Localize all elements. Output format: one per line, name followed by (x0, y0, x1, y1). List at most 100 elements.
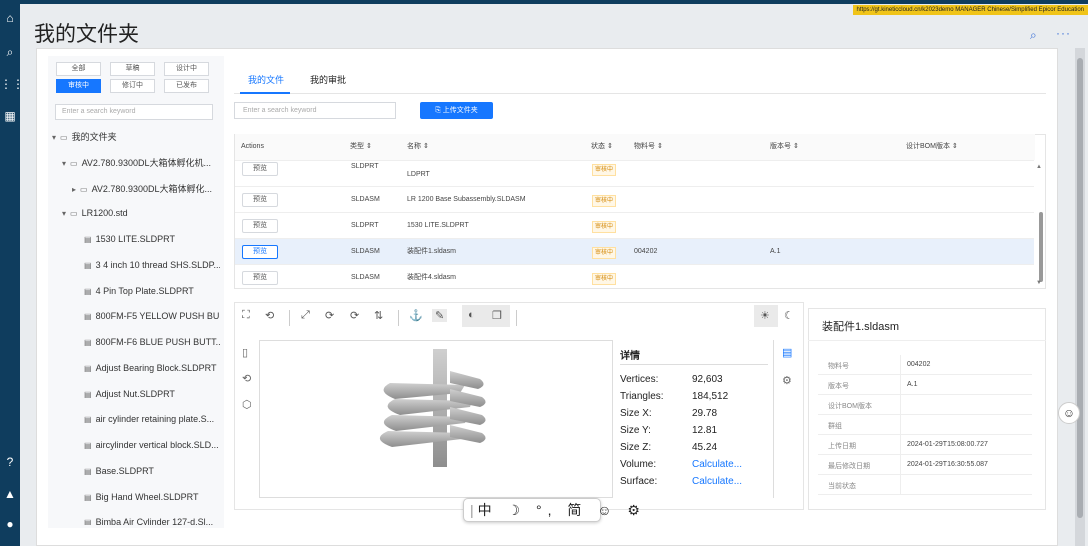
filter-revising[interactable]: 修订中 (110, 79, 155, 93)
col-bom-revision[interactable]: 设计BOM版本 ⇕ (900, 134, 1035, 160)
calculate-volume-link[interactable]: Calculate... (692, 459, 742, 470)
user-icon[interactable]: ● (0, 514, 20, 534)
orbit-icon[interactable]: ⟲ (265, 309, 274, 322)
copy-view-icon[interactable]: ❐ (492, 309, 502, 322)
measure-icon[interactable]: ⤢ (301, 309, 310, 322)
sun-icon[interactable]: ☀ (760, 309, 770, 322)
ime-toolbar[interactable]: |中 ☽ °, 简 ☺ ⚙ (463, 498, 640, 522)
new-file-icon[interactable]: ▯ (242, 346, 248, 359)
tree-file[interactable]: ▤ 800FM-F6 BLUE PUSH BUTT... (84, 337, 220, 347)
tree-file[interactable]: ▤ 3 4 inch 10 thread SHS.SLDP... (84, 260, 220, 270)
cube-icon[interactable]: ⬡ (242, 398, 252, 411)
tree-file[interactable]: ▤ Bimba Air Cylinder 127-d.Sl... (84, 517, 220, 525)
preview-button[interactable]: 预览 (242, 162, 278, 176)
tree-node[interactable]: ▾ ▭ AV2.780.9300DL大箱体孵化机... (62, 156, 220, 169)
folder-icon: ▭ (70, 159, 78, 168)
cell-type: SLDPRT (351, 163, 379, 170)
filter-released[interactable]: 已发布 (164, 79, 209, 93)
tab-divider (234, 93, 1046, 94)
tree-node[interactable]: ▾ ▭ 我的文件夹 (52, 130, 220, 143)
cell-type: SLDASM (351, 196, 380, 203)
tree-file[interactable]: ▤ Adjust Nut.SLDPRT (84, 389, 220, 399)
apps-grid-icon[interactable]: ⋮⋮ (0, 74, 24, 94)
more-icon[interactable]: ··· (1056, 26, 1071, 40)
header-search-icon[interactable]: ⌕ (1030, 28, 1037, 43)
panel-icon[interactable]: ▤ (782, 346, 792, 359)
tree-node[interactable]: ▾ ▭ LR1200.std (62, 208, 220, 218)
page-title: 我的文件夹 (34, 23, 139, 46)
tree-file[interactable]: ▤ air cylinder retaining plate.S... (84, 414, 220, 424)
filter-all[interactable]: 全部 (56, 62, 101, 76)
detail-label: Volume: (620, 459, 657, 470)
help-icon[interactable]: ? (0, 452, 20, 472)
home-icon[interactable]: ⌂ (0, 8, 20, 28)
page-scrollbar-thumb[interactable] (1077, 58, 1083, 518)
toolbar-divider (289, 310, 290, 326)
cell-name: 装配件1.sldasm (407, 248, 457, 255)
top-strip (20, 0, 1088, 4)
moon-icon[interactable]: ☾ (784, 309, 794, 322)
col-revision[interactable]: 版本号 ⇕ (764, 134, 900, 160)
ime-handle-icon[interactable]: | (470, 502, 478, 518)
status-badge: 审核中 (592, 247, 617, 259)
rotate-model-icon[interactable]: ⟲ (242, 372, 251, 385)
calculate-surface-link[interactable]: Calculate... (692, 476, 742, 487)
tree-file[interactable]: ▤ Base.SLDPRT (84, 466, 220, 476)
cell-revision: A.1 (770, 248, 781, 255)
chevron-down-icon[interactable]: ▾ (62, 159, 66, 168)
file-icon: ▤ (84, 364, 92, 373)
col-name[interactable]: 名称 ⇕ (400, 134, 585, 160)
model-canvas[interactable] (259, 340, 613, 498)
table-row-selected[interactable]: 预览 SLDASM 装配件1.sldasm 审核中 004202 A.1 (235, 238, 1034, 264)
table-row[interactable]: 预览 SLDASM 装配件4.sldasm 审核中 (235, 264, 1034, 290)
scroll-up-icon[interactable]: ▲ (1036, 164, 1042, 170)
tab-my-files[interactable]: 我的文件 (248, 73, 284, 87)
preview-button[interactable]: 预览 (242, 271, 278, 285)
table-row[interactable]: 预览 SLDASM LR 1200 Base Subassembly.SLDAS… (235, 186, 1034, 212)
filter-designing[interactable]: 设计中 (164, 62, 209, 76)
settings-icon[interactable]: ⚙ (782, 374, 792, 387)
file-search-input[interactable]: Enter a search keyword (234, 102, 396, 119)
fit-view-icon[interactable]: ⛶ (242, 309, 250, 322)
col-status[interactable]: 状态 ⇕ (585, 134, 628, 160)
assistant-avatar[interactable]: ☺ (1058, 402, 1080, 424)
detail-value: 12.81 (692, 425, 718, 436)
tree-file[interactable]: ▤ Big Hand Wheel.SLDPRT (84, 492, 220, 502)
anchor-icon[interactable]: ⚓ (409, 309, 423, 322)
tree-file[interactable]: ▤ 1530 LITE.SLDPRT (84, 234, 220, 244)
chevron-right-icon[interactable]: ▸ (72, 185, 76, 194)
rotate-x-icon[interactable]: ⟳ (325, 309, 334, 322)
search-icon[interactable]: ⌕ (0, 42, 20, 62)
bell-icon[interactable]: ▲ (0, 484, 20, 504)
tree-node[interactable]: ▸ ▭ AV2.780.9300DL大箱体孵化... (72, 182, 220, 195)
file-icon: ▤ (84, 261, 92, 270)
tree-file[interactable]: ▤ aircylinder vertical block.SLD... (84, 440, 220, 450)
tab-my-approvals[interactable]: 我的审批 (310, 73, 346, 87)
chevron-down-icon[interactable]: ▾ (62, 209, 66, 218)
edit-icon[interactable]: ✎ (432, 309, 448, 322)
flip-icon[interactable]: ⇅ (374, 309, 383, 322)
upload-folder-button[interactable]: ⎘ 上传文件夹 (420, 102, 493, 119)
filter-draft[interactable]: 草稿 (110, 62, 155, 76)
tree-file[interactable]: ▤ Adjust Bearing Block.SLDPRT (84, 363, 220, 373)
file-icon: ▤ (84, 518, 92, 525)
folder-search-input[interactable]: Enter a search keyword (55, 104, 213, 120)
dashboard-icon[interactable]: ▦ (0, 106, 20, 126)
tree-file[interactable]: ▤ 800FM-F5 YELLOW PUSH BU... (84, 311, 220, 321)
preview-button[interactable]: 预览 (242, 219, 278, 233)
chevron-down-icon[interactable]: ▾ (52, 133, 56, 142)
scroll-down-icon[interactable]: ▼ (1036, 280, 1042, 286)
rotate-y-icon[interactable]: ⟳ (350, 309, 359, 322)
table-row[interactable]: 预览 SLDPRT LDPRT 审核中 (235, 160, 1034, 184)
details-title: 详情 (620, 351, 640, 362)
filter-reviewing[interactable]: 审核中 (56, 79, 101, 93)
cell-name: 装配件4.sldasm (407, 274, 457, 281)
table-row[interactable]: 预览 SLDPRT 1530 LITE.SLDPRT 审核中 (235, 212, 1034, 238)
table-scrollbar-thumb[interactable] (1039, 212, 1043, 282)
col-part-number[interactable]: 物料号 ⇕ (628, 134, 764, 160)
tree-file[interactable]: ▤ 4 Pin Top Plate.SLDPRT (84, 286, 220, 296)
preview-button[interactable]: 预览 (242, 245, 278, 259)
section-icon[interactable]: ◐ (468, 309, 475, 321)
preview-button[interactable]: 预览 (242, 193, 278, 207)
toolbar-divider (516, 310, 517, 326)
